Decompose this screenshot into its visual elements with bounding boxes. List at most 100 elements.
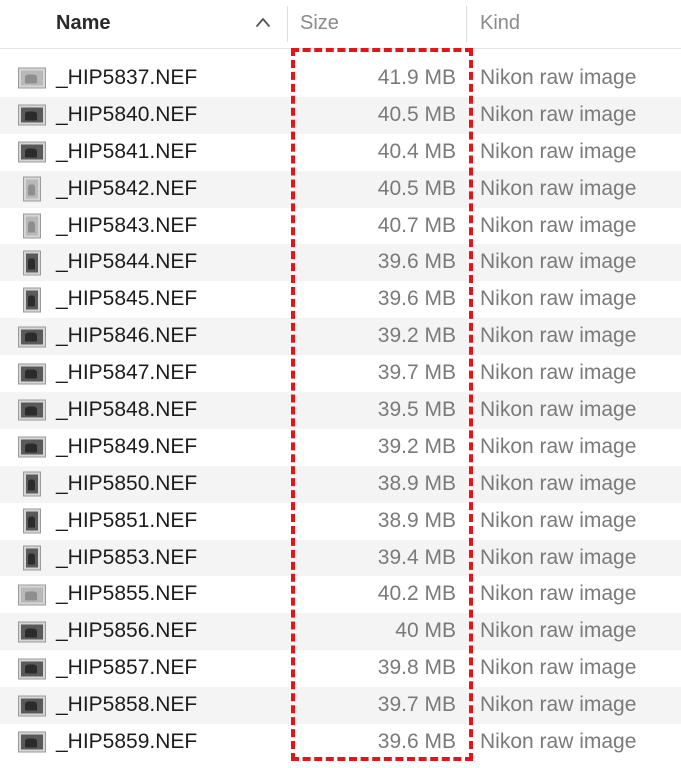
image-thumbnail-icon	[24, 546, 40, 570]
file-size: 39.7 MB	[377, 361, 456, 385]
file-size: 40.7 MB	[377, 213, 456, 237]
image-thumbnail-icon	[24, 177, 40, 201]
file-row[interactable]: _HIP5837.NEF 41.9 MB Nikon raw image	[0, 60, 681, 97]
file-kind: Nikon raw image	[480, 730, 637, 754]
file-name: _HIP5844.NEF	[56, 250, 198, 274]
file-kind: Nikon raw image	[480, 139, 637, 163]
file-row[interactable]: _HIP5855.NEF 40.2 MB Nikon raw image	[0, 576, 681, 613]
image-thumbnail-icon	[19, 585, 45, 605]
file-name: _HIP5841.NEF	[56, 139, 198, 163]
image-thumbnail-icon	[19, 437, 45, 457]
column-header-size[interactable]: Size	[300, 0, 460, 48]
image-thumbnail-icon	[24, 472, 40, 496]
file-row[interactable]: _HIP5843.NEF 40.7 MB Nikon raw image	[0, 208, 681, 245]
file-size: 40.2 MB	[377, 582, 456, 606]
file-kind: Nikon raw image	[480, 324, 637, 348]
file-name: _HIP5842.NEF	[56, 176, 198, 200]
file-kind: Nikon raw image	[480, 287, 637, 311]
file-name: _HIP5856.NEF	[56, 619, 198, 643]
file-name: _HIP5846.NEF	[56, 324, 198, 348]
file-name: _HIP5837.NEF	[56, 66, 198, 89]
file-row[interactable]: _HIP5845.NEF 39.6 MB Nikon raw image	[0, 281, 681, 318]
file-name: _HIP5855.NEF	[56, 582, 198, 606]
file-name: _HIP5857.NEF	[56, 656, 198, 680]
file-name: _HIP5850.NEF	[56, 471, 198, 495]
image-thumbnail-icon	[19, 622, 45, 642]
file-row[interactable]: _HIP5848.NEF 39.5 MB Nikon raw image	[0, 392, 681, 429]
file-kind: Nikon raw image	[480, 471, 637, 495]
image-thumbnail-icon	[24, 288, 40, 312]
file-kind: Nikon raw image	[480, 582, 637, 606]
file-row[interactable]: _HIP5840.NEF 40.5 MB Nikon raw image	[0, 96, 681, 134]
file-row[interactable]: _HIP5851.NEF 38.9 MB Nikon raw image	[0, 503, 681, 540]
file-size: 39.8 MB	[377, 656, 456, 680]
image-thumbnail-icon	[19, 327, 45, 347]
image-thumbnail-icon	[19, 659, 45, 679]
image-thumbnail-icon	[24, 214, 40, 238]
file-name: _HIP5847.NEF	[56, 361, 198, 385]
file-kind: Nikon raw image	[480, 656, 637, 680]
file-name: _HIP5851.NEF	[56, 508, 198, 532]
file-row[interactable]: _HIP5859.NEF 39.6 MB Nikon raw image	[0, 724, 681, 761]
file-kind: Nikon raw image	[480, 66, 637, 89]
file-size: 39.2 MB	[377, 324, 456, 348]
file-size: 40 MB	[395, 619, 456, 643]
file-kind: Nikon raw image	[480, 213, 637, 237]
file-row[interactable]: _HIP5857.NEF 39.8 MB Nikon raw image	[0, 650, 681, 687]
file-kind: Nikon raw image	[480, 361, 637, 385]
file-row[interactable]: _HIP5841.NEF 40.4 MB Nikon raw image	[0, 134, 681, 171]
file-size: 39.4 MB	[377, 545, 456, 569]
image-thumbnail-icon	[19, 364, 45, 384]
image-thumbnail-icon	[19, 142, 45, 162]
file-list: _HIP5837.NEF 41.9 MB Nikon raw image _HIP58…	[0, 60, 681, 761]
file-size: 38.9 MB	[377, 471, 456, 495]
image-thumbnail-icon	[24, 251, 40, 275]
file-row[interactable]: _HIP5849.NEF 39.2 MB Nikon raw image	[0, 429, 681, 466]
image-thumbnail-icon	[19, 105, 45, 125]
file-name: _HIP5858.NEF	[56, 693, 198, 717]
file-kind: Nikon raw image	[480, 176, 637, 200]
column-divider[interactable]	[287, 6, 288, 42]
file-kind: Nikon raw image	[480, 102, 637, 126]
file-size: 39.6 MB	[377, 250, 456, 274]
file-size: 39.5 MB	[377, 398, 456, 422]
file-row[interactable]: _HIP5850.NEF 38.9 MB Nikon raw image	[0, 465, 681, 503]
file-row[interactable]: _HIP5846.NEF 39.2 MB Nikon raw image	[0, 318, 681, 356]
column-header-name[interactable]: Name	[56, 0, 284, 48]
file-size: 38.9 MB	[377, 508, 456, 532]
file-row[interactable]: _HIP5844.NEF 39.6 MB Nikon raw image	[0, 244, 681, 282]
column-divider[interactable]	[466, 6, 467, 42]
file-kind: Nikon raw image	[480, 545, 637, 569]
file-name: _HIP5840.NEF	[56, 102, 198, 126]
file-kind: Nikon raw image	[480, 250, 637, 274]
image-thumbnail-icon	[19, 696, 45, 716]
file-name: _HIP5859.NEF	[56, 730, 198, 754]
file-row[interactable]: _HIP5853.NEF 39.4 MB Nikon raw image	[0, 539, 681, 577]
image-thumbnail-icon	[24, 509, 40, 533]
file-row[interactable]: _HIP5858.NEF 39.7 MB Nikon raw image	[0, 687, 681, 725]
file-kind: Nikon raw image	[480, 398, 637, 422]
image-thumbnail-icon	[19, 400, 45, 420]
file-row[interactable]: _HIP5842.NEF 40.5 MB Nikon raw image	[0, 170, 681, 208]
chevron-up-icon[interactable]	[255, 16, 271, 28]
file-size: 39.6 MB	[377, 730, 456, 754]
file-size: 40.5 MB	[377, 102, 456, 126]
file-name: _HIP5843.NEF	[56, 213, 198, 237]
file-kind: Nikon raw image	[480, 693, 637, 717]
file-size: 39.6 MB	[377, 287, 456, 311]
file-kind: Nikon raw image	[480, 619, 637, 643]
list-header: Name Size Kind	[0, 0, 681, 49]
file-kind: Nikon raw image	[480, 508, 637, 532]
file-name: _HIP5848.NEF	[56, 398, 198, 422]
image-thumbnail-icon	[19, 732, 45, 752]
file-size: 40.4 MB	[377, 139, 456, 163]
file-row[interactable]: _HIP5856.NEF 40 MB Nikon raw image	[0, 613, 681, 651]
file-row[interactable]: _HIP5847.NEF 39.7 MB Nikon raw image	[0, 355, 681, 392]
file-name: _HIP5853.NEF	[56, 545, 198, 569]
image-thumbnail-icon	[19, 68, 45, 88]
file-kind: Nikon raw image	[480, 434, 637, 458]
column-header-kind[interactable]: Kind	[480, 0, 670, 48]
file-size: 39.7 MB	[377, 693, 456, 717]
file-size: 41.9 MB	[377, 66, 456, 89]
file-size: 40.5 MB	[377, 176, 456, 200]
